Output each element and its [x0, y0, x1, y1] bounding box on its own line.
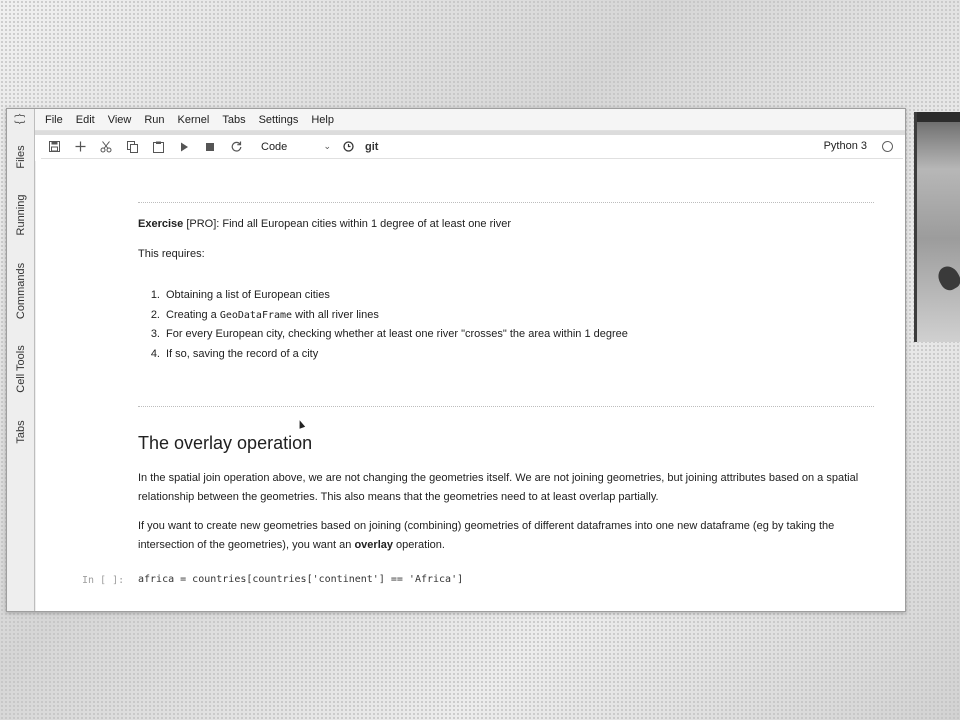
inline-code: GeoDataFrame — [219, 310, 293, 321]
code-cell-input[interactable]: africa = countries[countries['continent'… — [138, 574, 463, 585]
kernel-status-icon — [882, 141, 893, 152]
section-heading: The overlay operation — [138, 433, 313, 453]
exercise-paragraph: Exercise [PRO]: Find all European cities… — [138, 215, 868, 234]
sidebar-tab-cell-tools[interactable]: Cell Tools — [15, 345, 27, 393]
paste-icon[interactable] — [145, 136, 171, 158]
code-braces-icon[interactable]: { } — [14, 114, 26, 124]
save-icon[interactable] — [41, 136, 67, 158]
menu-file[interactable]: File — [45, 114, 63, 126]
add-cell-icon[interactable] — [67, 136, 93, 158]
sidebar-tab-files[interactable]: Files — [15, 145, 27, 168]
clock-icon[interactable] — [335, 136, 361, 158]
overlay-paragraph-1: In the spatial join operation above, we … — [138, 472, 859, 503]
restart-icon[interactable] — [223, 136, 249, 158]
main-area: File Edit View Run Kernel Tabs Settings … — [35, 109, 905, 611]
chevron-down-icon: ⌄ — [323, 141, 331, 151]
list-item: 3. For every European city, checking whet… — [150, 328, 628, 340]
background-window — [914, 112, 960, 342]
sidebar-tab-tabs[interactable]: Tabs — [15, 420, 27, 443]
menu-settings[interactable]: Settings — [259, 114, 299, 126]
background-window-titlebar — [917, 112, 960, 122]
git-button[interactable]: git — [365, 141, 378, 153]
menu-view[interactable]: View — [108, 114, 132, 126]
list-item: 2. Creating a GeoDataFrame with all river… — [150, 309, 379, 321]
menu-help[interactable]: Help — [311, 114, 334, 126]
notebook-toolbar: Code ⌄ git Python 3 — [41, 135, 903, 159]
exercise-label: Exercise — [138, 218, 184, 230]
divider — [138, 406, 874, 407]
menu-kernel[interactable]: Kernel — [178, 114, 210, 126]
menu-run[interactable]: Run — [144, 114, 164, 126]
requires-text: This requires: — [138, 248, 205, 260]
left-sidebar: { } Files Running Commands Cell Tools Ta… — [7, 109, 35, 611]
sidebar-tab-running[interactable]: Running — [15, 195, 27, 236]
cell-type-label: Code — [261, 140, 288, 153]
overlay-bold: overlay — [354, 539, 393, 551]
list-item: 4. If so, saving the record of a city — [150, 348, 319, 360]
run-icon[interactable] — [171, 136, 197, 158]
sidebar-tab-commands[interactable]: Commands — [15, 263, 27, 319]
cut-icon[interactable] — [93, 136, 119, 158]
menu-tabs[interactable]: Tabs — [222, 114, 245, 126]
cell-prompt: In [ ]: — [82, 575, 125, 586]
exercise-text: [PRO]: Find all European cities within 1… — [183, 218, 511, 230]
copy-icon[interactable] — [119, 136, 145, 158]
menu-edit[interactable]: Edit — [76, 114, 95, 126]
list-item: 1. Obtaining a list of European cities — [150, 289, 330, 301]
cell-type-dropdown[interactable]: Code ⌄ — [257, 137, 335, 157]
background-window-image — [934, 262, 960, 294]
overlay-paragraph-2: If you want to create new geometries bas… — [138, 520, 835, 551]
jupyterlab-window: { } Files Running Commands Cell Tools Ta… — [6, 108, 906, 612]
mouse-cursor — [296, 419, 306, 429]
menu-bar: File Edit View Run Kernel Tabs Settings … — [35, 109, 905, 131]
notebook-content: Exercise [PRO]: Find all European cities… — [35, 161, 903, 611]
kernel-name[interactable]: Python 3 — [824, 140, 867, 152]
stop-icon[interactable] — [197, 136, 223, 158]
divider — [138, 202, 874, 203]
